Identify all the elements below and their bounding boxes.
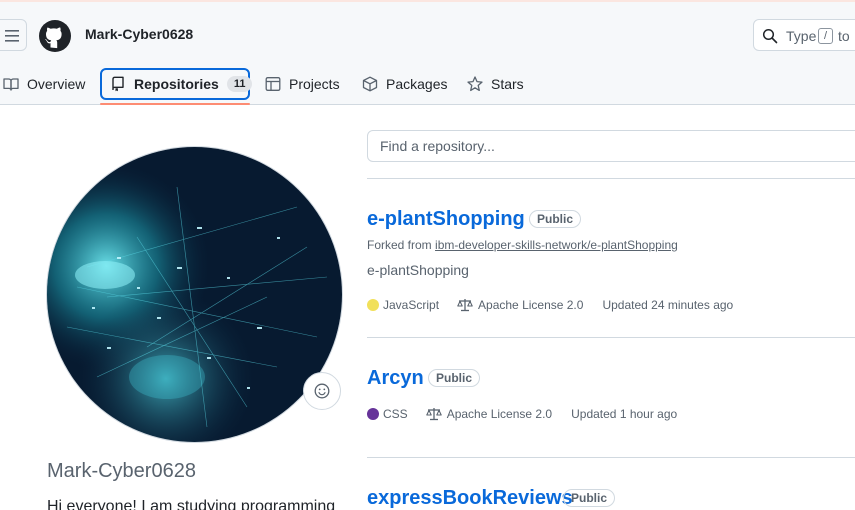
list-divider bbox=[367, 457, 855, 458]
search-shortcut-key: / bbox=[818, 28, 833, 44]
repo-meta: CSS Apache License 2.0 Updated 1 hour ag… bbox=[367, 407, 677, 421]
package-icon bbox=[362, 76, 378, 92]
repo-license-label: Apache License 2.0 bbox=[446, 407, 553, 421]
menu-button[interactable] bbox=[0, 19, 27, 51]
law-scale-icon bbox=[457, 299, 473, 312]
repo-description: e-plantShopping bbox=[367, 262, 469, 278]
list-divider bbox=[367, 178, 855, 179]
search-icon bbox=[762, 28, 778, 44]
tab-overview-label: Overview bbox=[27, 76, 86, 92]
book-icon bbox=[3, 78, 19, 91]
profile-avatar[interactable] bbox=[46, 146, 343, 443]
visibility-badge: Public bbox=[428, 369, 481, 387]
star-icon bbox=[467, 76, 483, 92]
smiley-icon bbox=[314, 383, 330, 399]
language-color-dot bbox=[367, 299, 379, 311]
active-tab-underline bbox=[100, 103, 250, 105]
law-scale-icon bbox=[425, 408, 442, 421]
repo-meta: JavaScript Apache License 2.0 Updated 24… bbox=[367, 298, 733, 312]
tab-projects-label: Projects bbox=[289, 76, 340, 92]
find-repository-input[interactable] bbox=[367, 130, 855, 162]
profile-bio: Hi everyone! I am studying programming bbox=[47, 498, 336, 510]
repo-license[interactable]: Apache License 2.0 bbox=[457, 298, 583, 312]
tab-packages-label: Packages bbox=[386, 76, 448, 92]
repo-name-link[interactable]: e-plantShopping bbox=[367, 208, 525, 231]
repo-name-link[interactable]: Arcyn bbox=[367, 367, 424, 390]
tab-stars[interactable]: Stars bbox=[467, 69, 524, 99]
github-logo-icon[interactable] bbox=[39, 20, 71, 52]
language-color-dot bbox=[367, 408, 379, 420]
header-username[interactable]: Mark-Cyber0628 bbox=[85, 26, 193, 42]
forked-from-prefix: Forked from bbox=[367, 238, 432, 252]
profile-header: Mark-Cyber0628 Type / to Overview Reposi… bbox=[0, 2, 855, 105]
repo-updated: Updated 1 hour ago bbox=[571, 407, 678, 421]
repo-updated: Updated 24 minutes ago bbox=[602, 298, 734, 312]
repositories-count-badge: 11 bbox=[226, 76, 253, 92]
table-icon bbox=[265, 77, 281, 91]
avatar-image bbox=[47, 147, 342, 442]
repo-license-label: Apache License 2.0 bbox=[478, 298, 584, 312]
repo-license[interactable]: Apache License 2.0 bbox=[425, 407, 553, 421]
search-prompt-suffix: to bbox=[838, 28, 850, 44]
tab-repositories[interactable]: Repositories 11 bbox=[100, 68, 253, 100]
hamburger-icon bbox=[5, 30, 19, 42]
forked-from-link[interactable]: ibm-developer-skills-network/e-plantShop… bbox=[435, 238, 678, 252]
set-status-button[interactable] bbox=[303, 372, 341, 410]
search-box[interactable]: Type / to bbox=[753, 19, 855, 51]
tab-packages[interactable]: Packages bbox=[362, 69, 447, 99]
search-prompt-text: Type bbox=[786, 28, 817, 44]
profile-username: Mark-Cyber0628 bbox=[47, 460, 196, 482]
repo-icon bbox=[112, 76, 124, 92]
repo-name-link[interactable]: expressBookReviews bbox=[367, 487, 573, 510]
list-divider bbox=[367, 337, 855, 338]
repo-language: JavaScript bbox=[383, 298, 440, 312]
repo-language: CSS bbox=[383, 407, 408, 421]
tab-projects[interactable]: Projects bbox=[265, 69, 340, 99]
tab-overview[interactable]: Overview bbox=[3, 69, 85, 99]
visibility-badge: Public bbox=[529, 210, 582, 228]
forked-from: Forked from ibm-developer-skills-network… bbox=[367, 238, 678, 252]
tab-repositories-label: Repositories bbox=[134, 76, 219, 92]
tab-stars-label: Stars bbox=[491, 76, 524, 92]
visibility-badge: Public bbox=[563, 489, 616, 507]
